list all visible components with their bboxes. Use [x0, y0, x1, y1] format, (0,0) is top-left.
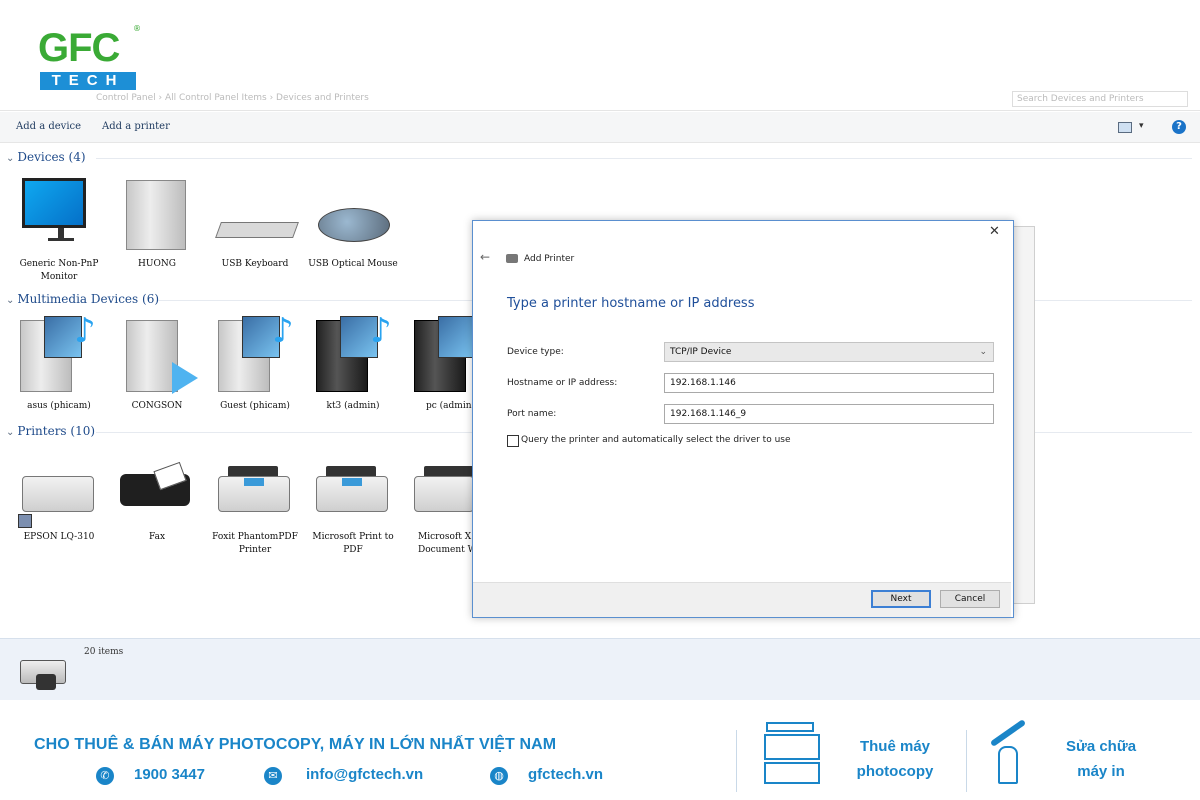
- chevron-down-icon: ⌄: [6, 295, 15, 306]
- monitor-stand: [58, 228, 64, 238]
- service-rental-line2: photocopy: [856, 763, 934, 780]
- copier-body: [764, 734, 820, 760]
- device-label: USB Optical Mouse: [308, 259, 398, 269]
- port-name-input[interactable]: 192.168.1.146_9: [664, 404, 994, 424]
- mail-icon: ✉: [264, 767, 282, 785]
- help-icon[interactable]: ?: [1172, 120, 1186, 134]
- next-button[interactable]: Next: [871, 590, 931, 608]
- device-type-value: TCP/IP Device: [670, 347, 732, 357]
- camera-icon: [36, 674, 56, 690]
- repair-wrench-icon: [984, 719, 1030, 788]
- group-devices[interactable]: ⌄ Devices (4): [6, 150, 86, 164]
- printer-label: Foxit PhantomPDF Printer: [212, 532, 298, 555]
- device-type-label: Device type:: [507, 347, 564, 357]
- printer-label: Microsoft Print to PDF: [312, 532, 394, 555]
- printer-icon[interactable]: [22, 476, 94, 512]
- device-label: Generic Non-PnP Monitor: [19, 259, 99, 282]
- monitor-icon[interactable]: [22, 178, 86, 241]
- printer-label: EPSON LQ-310: [23, 532, 95, 542]
- printer-small-icon: [506, 254, 518, 263]
- breadcrumb[interactable]: Control Panel › All Control Panel Items …: [96, 93, 956, 107]
- mouse-icon[interactable]: [318, 208, 390, 242]
- chevron-down-icon: ⌄: [979, 347, 987, 357]
- photocopier-icon: [764, 722, 820, 788]
- globe-icon: ◍: [490, 767, 508, 785]
- phone-icon: ✆: [96, 767, 114, 785]
- add-printer-button[interactable]: Add a printer: [102, 121, 170, 132]
- chevron-down-icon[interactable]: ▾: [1139, 121, 1144, 131]
- since-text: Since 2010: [104, 46, 127, 51]
- divider: [966, 730, 967, 792]
- device-label: Guest (phicam): [220, 401, 290, 411]
- printer-label: Fax: [148, 532, 166, 542]
- service-repair-line1: Sửa chữa: [1065, 738, 1137, 755]
- phone-number[interactable]: 1900 3447: [134, 766, 205, 783]
- device-label: CONGSON: [131, 401, 183, 411]
- divider: [736, 730, 737, 792]
- copier-lid: [766, 722, 814, 732]
- printer-screen-icon: [244, 478, 264, 486]
- query-printer-checkbox[interactable]: [507, 435, 519, 447]
- search-input[interactable]: Search Devices and Printers: [1012, 91, 1188, 107]
- play-icon: [172, 362, 198, 394]
- hostname-label: Hostname or IP address:: [507, 378, 618, 388]
- device-type-select[interactable]: TCP/IP Device ⌄: [664, 342, 994, 362]
- service-repair-line2: máy in: [1077, 763, 1125, 780]
- item-count: 20 items: [84, 647, 124, 657]
- media-server-icon[interactable]: [126, 320, 178, 392]
- status-bar: [0, 638, 1200, 701]
- chevron-down-icon: ⌄: [6, 427, 15, 438]
- query-printer-label[interactable]: Query the printer and automatically sele…: [521, 435, 791, 445]
- dialog-title: Add Printer: [524, 254, 575, 264]
- hostname-input[interactable]: 192.168.1.146: [664, 373, 994, 393]
- music-note-icon: ♪: [272, 311, 294, 351]
- group-multimedia-title: Multimedia Devices (6): [17, 292, 160, 306]
- back-arrow-icon[interactable]: ←: [480, 250, 490, 264]
- keyboard-icon[interactable]: [215, 222, 299, 238]
- change-view-icon[interactable]: [1118, 122, 1132, 133]
- email-link[interactable]: info@gfctech.vn: [306, 766, 423, 783]
- divider: [96, 158, 1192, 159]
- device-label: HUONG: [138, 259, 176, 269]
- chevron-down-icon: ⌄: [6, 153, 15, 164]
- worker-figure: [998, 746, 1018, 784]
- registered-mark: ®: [133, 24, 141, 33]
- website-link[interactable]: gfctech.vn: [528, 766, 603, 783]
- group-devices-title: Devices (4): [17, 150, 86, 164]
- service-rental-line1: Thuê máy: [859, 738, 931, 755]
- group-printers-title: Printers (10): [17, 424, 96, 438]
- computer-icon[interactable]: [126, 180, 186, 250]
- cancel-button[interactable]: Cancel: [940, 590, 1000, 608]
- group-printers[interactable]: ⌄ Printers (10): [6, 424, 95, 438]
- close-icon[interactable]: ✕: [989, 224, 1000, 239]
- add-device-button[interactable]: Add a device: [16, 121, 81, 132]
- device-label: USB Keyboard: [221, 259, 289, 269]
- wrench-handle: [989, 719, 1027, 747]
- music-note-icon: ♪: [370, 311, 392, 351]
- copier-tray: [764, 762, 820, 784]
- device-label: asus (phicam): [27, 401, 91, 411]
- service-repair[interactable]: Sửa chữa máy in: [1046, 734, 1156, 784]
- film-icon: [438, 316, 474, 358]
- monitor-screen: [22, 178, 86, 228]
- service-rental[interactable]: Thuê máy photocopy: [840, 734, 950, 784]
- shared-users-icon: [18, 514, 32, 528]
- dialog-heading: Type a printer hostname or IP address: [507, 296, 755, 311]
- port-name-label: Port name:: [507, 409, 557, 419]
- tech-logo: TECH: [40, 72, 136, 90]
- command-bar: [0, 112, 1200, 143]
- device-label: kt3 (admin): [326, 401, 380, 411]
- group-multimedia[interactable]: ⌄ Multimedia Devices (6): [6, 292, 159, 306]
- printer-icon[interactable]: [414, 476, 474, 512]
- banner-headline: CHO THUÊ & BÁN MÁY PHOTOCOPY, MÁY IN LỚN…: [34, 736, 557, 753]
- monitor-base: [48, 238, 74, 241]
- printer-screen-icon: [342, 478, 362, 486]
- music-note-icon: ♪: [74, 311, 96, 351]
